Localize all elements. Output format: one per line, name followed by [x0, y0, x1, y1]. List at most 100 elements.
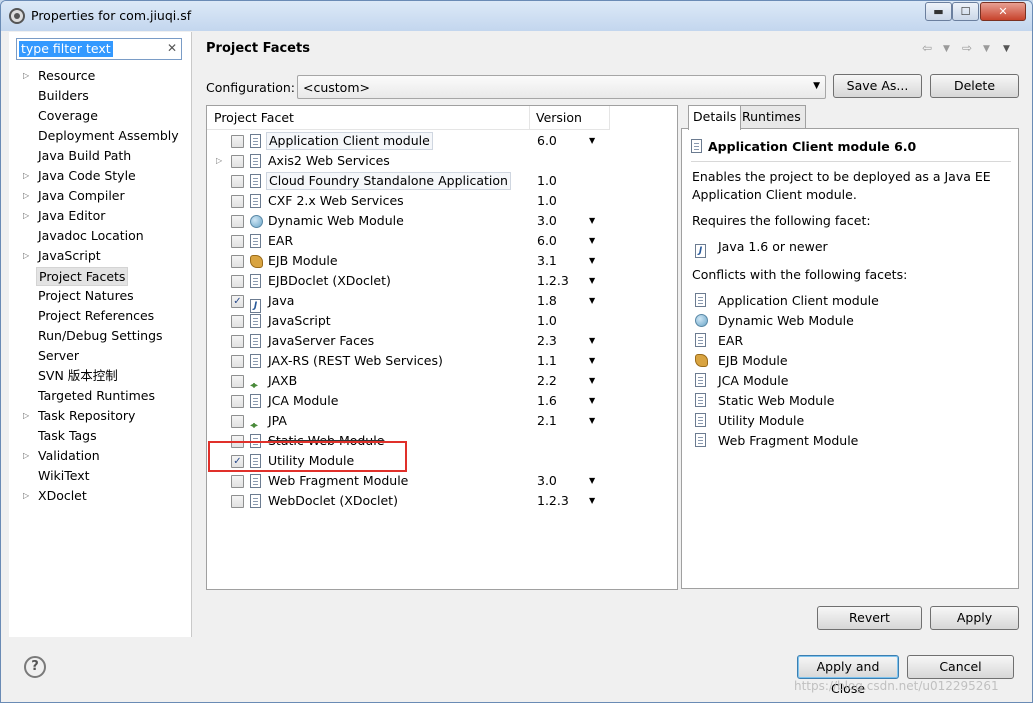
apply-and-close-button[interactable]: Apply and Close — [797, 655, 899, 696]
configuration-select[interactable]: <custom> ▼ — [297, 75, 826, 99]
version-dropdown-icon[interactable]: ▼ — [589, 271, 595, 291]
tree-item[interactable]: ▷ Task Repository — [9, 406, 192, 426]
version-dropdown-icon[interactable]: ▼ — [589, 211, 595, 231]
expand-arrow-icon[interactable]: ▷ — [23, 406, 29, 426]
version-dropdown-icon[interactable]: ▼ — [589, 391, 595, 411]
minimize-button[interactable]: ▬ — [925, 2, 952, 21]
expand-arrow-icon[interactable]: ▷ — [23, 66, 29, 86]
facet-checkbox[interactable] — [231, 235, 244, 248]
facet-row[interactable]: EJBDoclet (XDoclet) 1.2.3 ▼ — [207, 271, 677, 291]
column-header-facet[interactable]: Project Facet — [207, 106, 530, 130]
version-dropdown-icon[interactable]: ▼ — [589, 351, 595, 371]
version-dropdown-icon[interactable]: ▼ — [589, 491, 595, 511]
expand-arrow-icon[interactable]: ▷ — [23, 246, 29, 266]
tree-item[interactable]: ▷ Java Code Style — [9, 166, 192, 186]
facet-row[interactable]: Application Client module 6.0 ▼ — [207, 131, 677, 151]
facet-version[interactable]: 1.6 — [537, 391, 557, 411]
forward-arrow-icon[interactable]: ⇨ — [962, 41, 972, 55]
facet-version[interactable]: 3.1 — [537, 251, 557, 271]
tree-item[interactable]: Javadoc Location — [9, 226, 192, 246]
tree-item[interactable]: Targeted Runtimes — [9, 386, 192, 406]
facet-checkbox[interactable] — [231, 315, 244, 328]
view-menu-icon[interactable]: ▼ — [1003, 44, 1010, 54]
expand-arrow-icon[interactable]: ▷ — [23, 186, 29, 206]
version-dropdown-icon[interactable]: ▼ — [589, 231, 595, 251]
tree-item[interactable]: ▷ Java Editor — [9, 206, 192, 226]
tree-item[interactable]: Builders — [9, 86, 192, 106]
back-arrow-icon[interactable]: ⇦ — [922, 41, 932, 55]
tree-item[interactable]: ▷ JavaScript — [9, 246, 192, 266]
facet-version[interactable]: 1.2.3 — [537, 271, 569, 291]
facet-version[interactable]: 1.2.3 — [537, 491, 569, 511]
facet-version[interactable]: 6.0 — [537, 231, 557, 251]
facet-checkbox[interactable] — [231, 335, 244, 348]
version-dropdown-icon[interactable]: ▼ — [589, 331, 595, 351]
facet-checkbox[interactable] — [231, 255, 244, 268]
facet-row[interactable]: JavaScript 1.0 — [207, 311, 677, 331]
facet-checkbox[interactable] — [231, 415, 244, 428]
tree-item[interactable]: Server — [9, 346, 192, 366]
tree-item[interactable]: ▷ Validation — [9, 446, 192, 466]
tree-item[interactable]: Task Tags — [9, 426, 192, 446]
tree-item[interactable]: ▷ Java Compiler — [9, 186, 192, 206]
back-dropdown-icon[interactable]: ▼ — [943, 44, 950, 54]
version-dropdown-icon[interactable]: ▼ — [589, 131, 595, 151]
facet-row[interactable]: Cloud Foundry Standalone Application 1.0 — [207, 171, 677, 191]
expand-arrow-icon[interactable]: ▷ — [23, 446, 29, 466]
expand-arrow-icon[interactable]: ▷ — [23, 486, 29, 506]
facet-row[interactable]: JCA Module 1.6 ▼ — [207, 391, 677, 411]
tree-item[interactable]: Run/Debug Settings — [9, 326, 192, 346]
facet-row[interactable]: JAX-RS (REST Web Services) 1.1 ▼ — [207, 351, 677, 371]
tree-item[interactable]: Project References — [9, 306, 192, 326]
version-dropdown-icon[interactable]: ▼ — [589, 251, 595, 271]
tab-runtimes[interactable]: Runtimes — [737, 105, 806, 128]
facet-row[interactable]: EAR 6.0 ▼ — [207, 231, 677, 251]
facet-row[interactable]: Web Fragment Module 3.0 ▼ — [207, 471, 677, 491]
tab-details[interactable]: Details — [688, 105, 742, 130]
maximize-button[interactable]: ☐ — [952, 2, 979, 21]
version-dropdown-icon[interactable]: ▼ — [589, 291, 595, 311]
cancel-button[interactable]: Cancel — [907, 655, 1014, 679]
facet-row[interactable]: ◂▸ JPA 2.1 ▼ — [207, 411, 677, 431]
facet-checkbox[interactable] — [231, 375, 244, 388]
facet-version[interactable]: 2.2 — [537, 371, 557, 391]
version-dropdown-icon[interactable]: ▼ — [589, 471, 595, 491]
tree-item[interactable]: ▷ Resource — [9, 66, 192, 86]
tree-item[interactable]: ▷ XDoclet — [9, 486, 192, 506]
facet-row[interactable]: CXF 2.x Web Services 1.0 — [207, 191, 677, 211]
tree-item[interactable]: Project Facets — [9, 266, 192, 286]
version-dropdown-icon[interactable]: ▼ — [589, 411, 595, 431]
facet-row[interactable]: JavaServer Faces 2.3 ▼ — [207, 331, 677, 351]
facet-row[interactable]: ✓ J Java 1.8 ▼ — [207, 291, 677, 313]
column-header-version[interactable]: Version — [530, 106, 610, 130]
expand-arrow-icon[interactable]: ▷ — [23, 166, 29, 186]
tree-item[interactable]: Deployment Assembly — [9, 126, 192, 146]
revert-button[interactable]: Revert — [817, 606, 922, 630]
filter-input[interactable]: type filter text ✕ — [16, 38, 182, 60]
facet-version[interactable]: 6.0 — [537, 131, 557, 151]
tree-item[interactable]: SVN 版本控制 — [9, 366, 192, 386]
facet-row[interactable]: EJB Module 3.1 ▼ — [207, 251, 677, 271]
clear-filter-icon[interactable]: ✕ — [167, 41, 177, 55]
version-dropdown-icon[interactable]: ▼ — [589, 371, 595, 391]
facet-checkbox[interactable] — [231, 215, 244, 228]
facet-checkbox[interactable] — [231, 395, 244, 408]
tree-item[interactable]: Java Build Path — [9, 146, 192, 166]
expand-arrow-icon[interactable]: ▷ — [23, 206, 29, 226]
expand-arrow-icon[interactable]: ▷ — [216, 151, 222, 171]
facet-version[interactable]: 3.0 — [537, 211, 557, 231]
facet-version[interactable]: 3.0 — [537, 471, 557, 491]
facet-row[interactable]: Dynamic Web Module 3.0 ▼ — [207, 211, 677, 231]
facet-checkbox[interactable] — [231, 275, 244, 288]
facet-row[interactable]: WebDoclet (XDoclet) 1.2.3 ▼ — [207, 491, 677, 511]
facet-version[interactable]: 2.1 — [537, 411, 557, 431]
facet-version[interactable]: 1.1 — [537, 351, 557, 371]
facet-checkbox[interactable] — [231, 135, 244, 148]
facet-row[interactable]: ◂▸ JAXB 2.2 ▼ — [207, 371, 677, 391]
close-button[interactable]: ✕ — [980, 2, 1026, 21]
facet-version[interactable]: 2.3 — [537, 331, 557, 351]
save-as-button[interactable]: Save As... — [833, 74, 922, 98]
facet-row[interactable]: ▷ Axis2 Web Services — [207, 151, 677, 171]
facet-checkbox[interactable] — [231, 195, 244, 208]
facet-checkbox[interactable] — [231, 155, 244, 168]
